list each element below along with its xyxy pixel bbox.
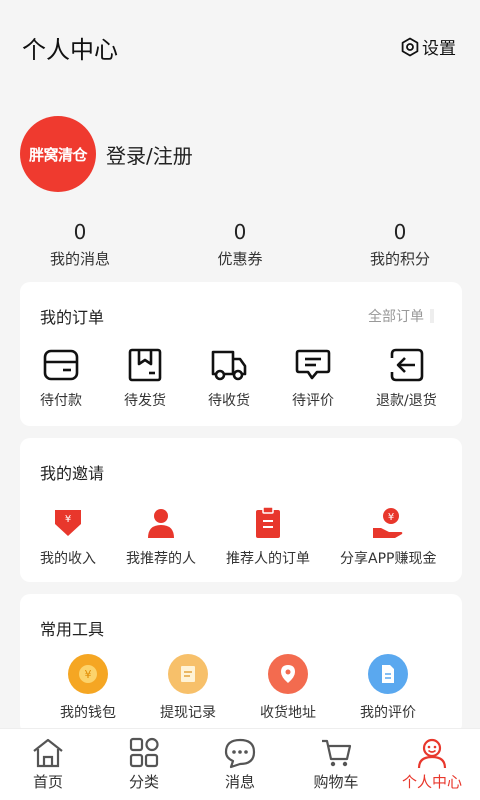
invite-income[interactable]: ¥ 我的收入 [40, 506, 96, 568]
order-refund-return[interactable]: 退款/退货 [376, 348, 437, 410]
stat-points[interactable]: 0 我的积分 [320, 218, 480, 269]
wallet-icon [43, 349, 79, 381]
order-pending-receipt[interactable]: 待收货 [208, 348, 250, 410]
tab-label: 分类 [128, 773, 159, 791]
orders-card: 我的订单 全部订单 待付款 待发货 待收货 待评价 退款/退货 [20, 282, 462, 426]
invite-referral-orders[interactable]: 推荐人的订单 [226, 506, 310, 568]
login-register-link[interactable]: 登录/注册 [106, 140, 193, 169]
profile-section[interactable]: 胖窝清仓 登录/注册 [20, 116, 193, 192]
document-icon [368, 654, 408, 694]
tool-label: 我的钱包 [60, 705, 116, 721]
invite-label: 我推荐的人 [126, 551, 196, 567]
tab-home[interactable]: 首页 [0, 729, 96, 800]
tool-my-reviews[interactable]: 我的评价 [360, 654, 416, 722]
header: 个人中心 设置 [0, 0, 480, 96]
profile-icon [417, 738, 447, 769]
tool-label: 提现记录 [160, 705, 216, 721]
invite-label: 推荐人的订单 [226, 551, 310, 567]
order-status-label: 待收货 [208, 393, 250, 409]
note-icon [168, 654, 208, 694]
invite-label: 分享APP赚现金 [340, 551, 437, 567]
box-icon [128, 348, 162, 382]
svg-text:¥: ¥ [65, 514, 71, 525]
tool-withdraw-history[interactable]: 提现记录 [160, 654, 216, 722]
coin-icon: ¥ [68, 654, 108, 694]
category-icon [129, 737, 159, 768]
gear-icon [401, 37, 419, 56]
settings-button[interactable]: 设置 [400, 34, 456, 59]
stat-label: 优惠券 [217, 250, 263, 268]
clipboard-icon [256, 506, 280, 538]
tools-title: 常用工具 [40, 620, 105, 639]
cart-icon [322, 739, 352, 767]
tab-label: 个人中心 [401, 773, 462, 791]
order-status-label: 待付款 [40, 393, 82, 409]
tab-messages[interactable]: 消息 [192, 729, 288, 800]
return-icon [391, 348, 424, 382]
svg-text:¥: ¥ [85, 668, 92, 681]
tool-label: 我的评价 [360, 705, 416, 721]
settings-label: 设置 [422, 39, 456, 59]
location-icon [268, 654, 308, 694]
stat-messages[interactable]: 0 我的消息 [0, 218, 160, 269]
order-status-label: 待发货 [124, 393, 166, 409]
all-orders-link[interactable]: 全部订单 [368, 306, 434, 326]
tab-label: 首页 [32, 773, 63, 791]
avatar-logo-text: 胖窝清仓 [28, 145, 88, 164]
tab-label: 购物车 [313, 773, 359, 791]
home-icon [33, 738, 63, 768]
tab-profile[interactable]: 个人中心 [384, 729, 480, 800]
stat-value: 0 [73, 220, 87, 244]
order-status-label: 退款/退货 [376, 393, 437, 409]
message-icon [224, 738, 256, 769]
order-pending-review[interactable]: 待评价 [292, 348, 334, 410]
svg-text:¥: ¥ [388, 512, 394, 523]
stat-label: 我的积分 [369, 250, 430, 268]
person-icon [148, 509, 174, 538]
tab-category[interactable]: 分类 [96, 729, 192, 800]
tool-wallet[interactable]: ¥ 我的钱包 [60, 654, 116, 722]
stat-coupons[interactable]: 0 优惠券 [160, 218, 320, 269]
comment-icon [295, 349, 331, 380]
invite-my-referrals[interactable]: 我推荐的人 [126, 506, 196, 568]
page-title: 个人中心 [22, 36, 118, 64]
invite-card: 我的邀请 ¥ 我的收入 我推荐的人 推荐人的订单 ¥ 分享APP赚现金 [20, 438, 462, 582]
tab-cart[interactable]: 购物车 [288, 729, 384, 800]
invite-label: 我的收入 [40, 551, 96, 567]
stat-value: 0 [233, 220, 247, 244]
order-status-label: 待评价 [292, 393, 334, 409]
income-icon: ¥ [55, 510, 81, 536]
invite-share-app[interactable]: ¥ 分享APP赚现金 [340, 506, 436, 568]
tab-label: 消息 [224, 773, 255, 791]
share-cash-icon: ¥ [373, 508, 403, 538]
tool-address[interactable]: 收货地址 [260, 654, 316, 722]
tools-card: 常用工具 ¥ 我的钱包 提现记录 收货地址 我的评价 [20, 594, 462, 734]
orders-title: 我的订单 [40, 308, 105, 327]
order-pending-shipment[interactable]: 待发货 [124, 348, 166, 410]
order-pending-payment[interactable]: 待付款 [40, 348, 82, 410]
invite-title: 我的邀请 [40, 464, 105, 483]
avatar[interactable]: 胖窝清仓 [20, 116, 96, 192]
truck-icon [211, 350, 247, 381]
stat-label: 我的消息 [49, 250, 110, 268]
stats-row: 0 我的消息 0 优惠券 0 我的积分 [0, 218, 480, 269]
tool-label: 收货地址 [260, 705, 316, 721]
bottom-tab-bar: 首页 分类 消息 购物车 个人中心 [0, 728, 480, 800]
stat-value: 0 [393, 220, 407, 244]
